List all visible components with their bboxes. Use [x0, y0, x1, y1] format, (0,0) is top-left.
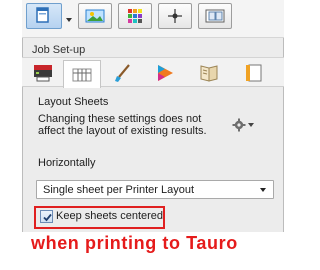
settings-tab-strip: [22, 57, 284, 88]
settings-menu-button[interactable]: [232, 118, 256, 132]
page-layout-icon: [205, 9, 225, 23]
book-pages-icon: [200, 65, 218, 82]
tab-layout-sheets[interactable]: [63, 60, 101, 88]
layout-tool-button[interactable]: [198, 3, 232, 29]
checkmark-icon: [43, 213, 52, 222]
color-triangle-icon: [158, 65, 173, 81]
panel-window-icon: [36, 7, 49, 23]
horizontally-select[interactable]: Single sheet per Printer Layout: [36, 180, 274, 199]
chevron-down-icon[interactable]: [66, 18, 72, 22]
keep-sheets-centered-label[interactable]: Keep sheets centered: [56, 210, 163, 222]
layout-sheets-heading: Layout Sheets: [38, 96, 109, 108]
keep-sheets-centered-checkbox[interactable]: [40, 210, 53, 223]
tab-printer[interactable]: [24, 60, 62, 86]
chevron-down-icon: [260, 188, 266, 192]
section-title: Job Set-up: [32, 44, 86, 56]
tab-brush[interactable]: [104, 60, 142, 86]
top-toolbar: [22, 0, 284, 38]
tab-page-edge[interactable]: [234, 60, 272, 86]
brush-icon: [115, 64, 130, 82]
panel-view-button[interactable]: [26, 3, 62, 29]
printer-icon: [34, 65, 52, 82]
tab-book[interactable]: [190, 60, 228, 86]
tab-color[interactable]: [146, 60, 184, 86]
image-tool-button[interactable]: [78, 3, 112, 29]
target-tool-button[interactable]: [158, 3, 192, 29]
annotation-caption: when printing to Tauro: [31, 233, 238, 253]
image-picture-icon: [85, 9, 105, 23]
horizontally-select-value: Single sheet per Printer Layout: [43, 184, 195, 196]
layout-sheets-note: Changing these settings does not affect …: [38, 113, 207, 137]
horizontally-label: Horizontally: [38, 157, 96, 169]
crosshair-target-icon: [168, 9, 182, 23]
page-edge-icon: [246, 64, 262, 82]
gear-icon: [232, 118, 254, 132]
layout-sheets-icon: [72, 68, 92, 81]
color-palette-icon: [128, 9, 142, 23]
color-tool-button[interactable]: [118, 3, 152, 29]
